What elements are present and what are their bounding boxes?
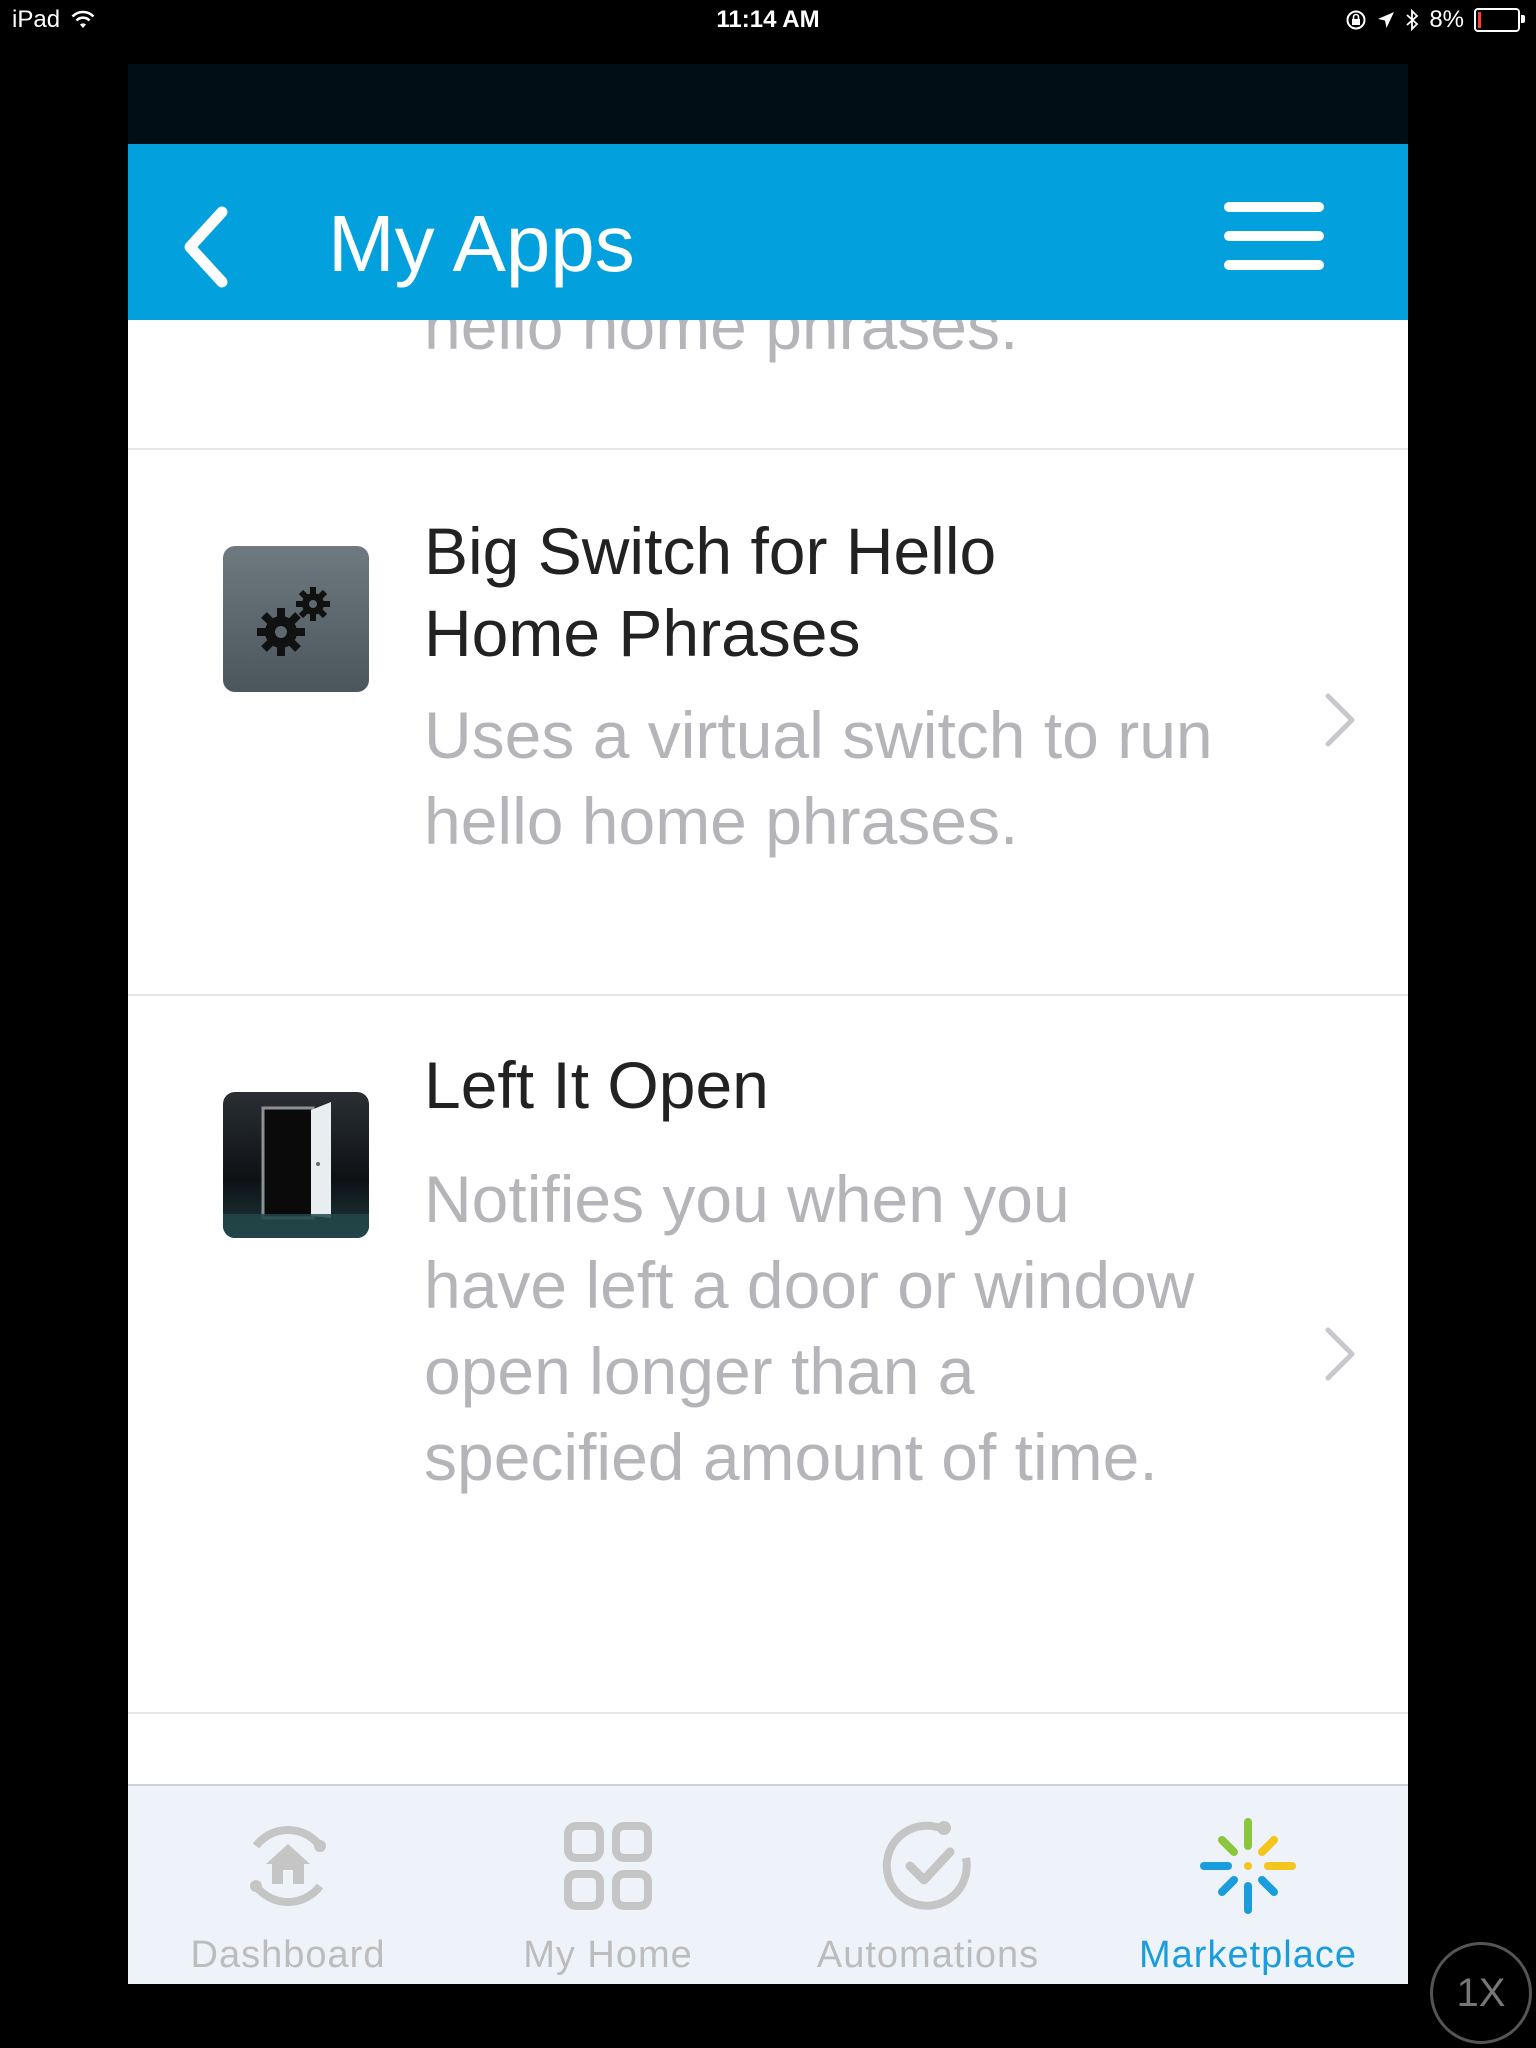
tab-bar: Dashboard My Home Automations Marketplac… xyxy=(128,1784,1408,1984)
menu-button[interactable] xyxy=(1224,202,1324,278)
zoom-badge[interactable]: 1X xyxy=(1430,1942,1532,2044)
status-right: 8% xyxy=(1345,6,1525,34)
tab-my-home[interactable]: My Home xyxy=(448,1786,768,1984)
back-button[interactable] xyxy=(176,202,236,292)
list-item-description: Notifies you when you have left a door o… xyxy=(424,1162,1195,1494)
tab-label: Dashboard xyxy=(190,1934,386,1976)
hamburger-menu-icon xyxy=(1224,260,1324,270)
battery-level xyxy=(1478,12,1481,28)
list-item-title: Left It Open xyxy=(424,1048,769,1122)
hamburger-menu-icon xyxy=(1224,231,1324,241)
rotation-lock-icon xyxy=(1346,10,1366,30)
list-item-description: hello home phrases. xyxy=(424,320,1019,363)
battery-percent: 8% xyxy=(1429,6,1464,33)
status-bar: iPad 11:14 AM 8% xyxy=(0,0,1536,42)
dashboard-icon xyxy=(250,1826,326,1906)
page-title: My Apps xyxy=(328,199,635,288)
tab-label: My Home xyxy=(523,1934,693,1976)
gears-icon xyxy=(223,546,369,692)
tab-label: Automations xyxy=(816,1934,1040,1976)
tab-label: Marketplace xyxy=(1139,1934,1357,1976)
tab-dashboard[interactable]: Dashboard xyxy=(128,1786,448,1984)
app-window: My Apps hello home phrases. Big Switch f… xyxy=(128,64,1408,1984)
open-door-icon xyxy=(223,1092,369,1238)
chevron-right-icon xyxy=(1325,1327,1355,1381)
tab-marketplace[interactable]: Marketplace xyxy=(1088,1786,1408,1984)
chevron-right-icon xyxy=(1325,693,1355,747)
hamburger-menu-icon xyxy=(1224,202,1324,212)
list-item-title: Big Switch for Hello Home Phrases xyxy=(424,514,997,670)
marketplace-icon xyxy=(1200,1818,1296,1914)
list-item-big-switch[interactable]: Big Switch for Hello Home Phrases Uses a… xyxy=(128,450,1408,996)
automations-icon xyxy=(882,1821,971,1910)
tab-automations[interactable]: Automations xyxy=(768,1786,1088,1984)
bluetooth-icon xyxy=(1406,9,1419,31)
list-item-left-it-open[interactable]: Left It Open Notifies you when you have … xyxy=(128,996,1408,1714)
header-bar: My Apps xyxy=(128,144,1408,320)
battery-icon xyxy=(1474,8,1525,32)
list-item-partial[interactable]: hello home phrases. xyxy=(128,320,1408,450)
app-list: hello home phrases. Big Switch for Hello… xyxy=(128,320,1408,1848)
list-item-description: Uses a virtual switch to run hello home … xyxy=(424,698,1213,858)
grid-icon xyxy=(564,1822,652,1910)
chevron-left-icon xyxy=(184,206,228,288)
app-top-strip xyxy=(128,64,1408,144)
status-time: 11:14 AM xyxy=(716,6,820,33)
location-icon xyxy=(1378,12,1395,28)
